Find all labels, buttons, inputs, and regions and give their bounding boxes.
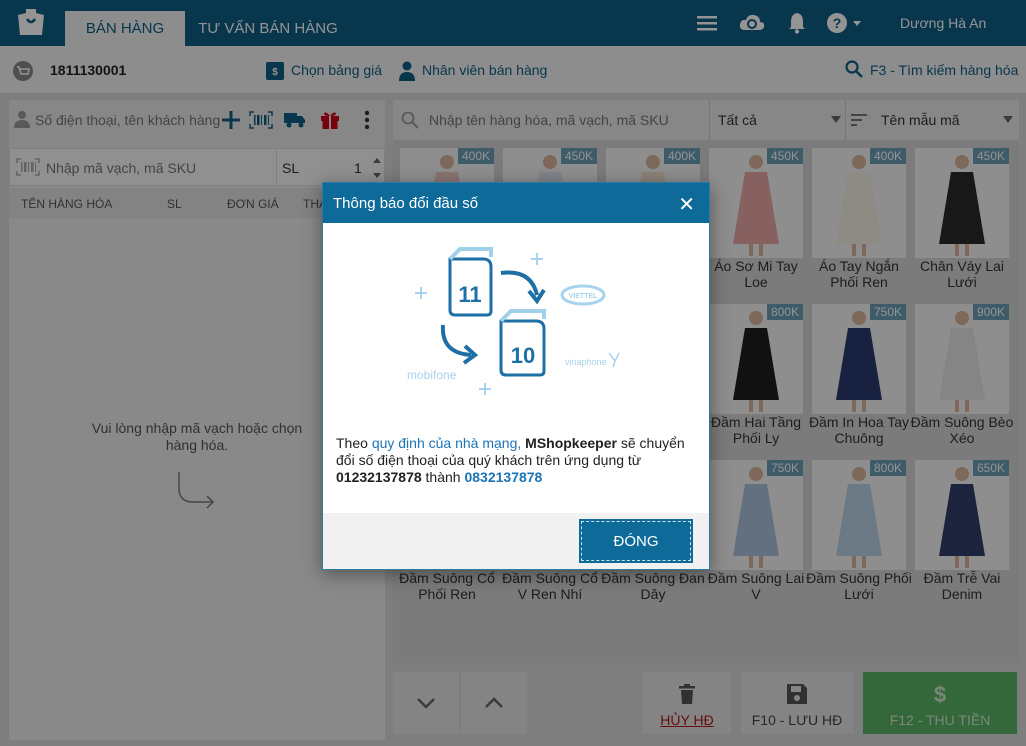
carrier-viettel: VIETTEL [569,293,599,300]
new-sim-icon: 10 [499,309,546,377]
carrier-mobifone: mobifone [407,368,457,382]
old-phone-number: 01232137878 [336,469,422,485]
message-to: thành [425,469,461,485]
new-phone-number: 0832137878 [464,469,543,485]
old-sim-icon: 11 [448,247,493,317]
dialog-message: Theo quy định của nhà mạng, MShopkeeper … [336,435,702,486]
close-dialog-button[interactable]: ĐÓNG [579,519,693,563]
dialog-footer: ĐÓNG [323,513,709,569]
vinaphone-logo: vinaphone [565,352,620,368]
carrier-vinaphone: vinaphone [565,357,607,367]
sim-conversion-illustration: 11 10 VIETTEL vinaphone mobifone [407,247,620,395]
mobifone-logo: mobifone [407,368,457,382]
old-digits: 11 [458,282,481,307]
close-icon[interactable]: ✕ [678,192,695,217]
new-digits: 10 [511,343,535,368]
brand-name: MShopkeeper [525,435,617,451]
carrier-regulation-link[interactable]: quy định của nhà mạng, [372,435,521,451]
phone-prefix-notice-dialog: Thông báo đổi đầu số ✕ 11 10 VIETTEL vin… [322,182,710,570]
message-prefix: Theo [336,435,368,451]
viettel-logo: VIETTEL [560,284,606,306]
dialog-title: Thông báo đổi đầu số [333,195,479,212]
dialog-header: Thông báo đổi đầu số ✕ [323,183,709,223]
